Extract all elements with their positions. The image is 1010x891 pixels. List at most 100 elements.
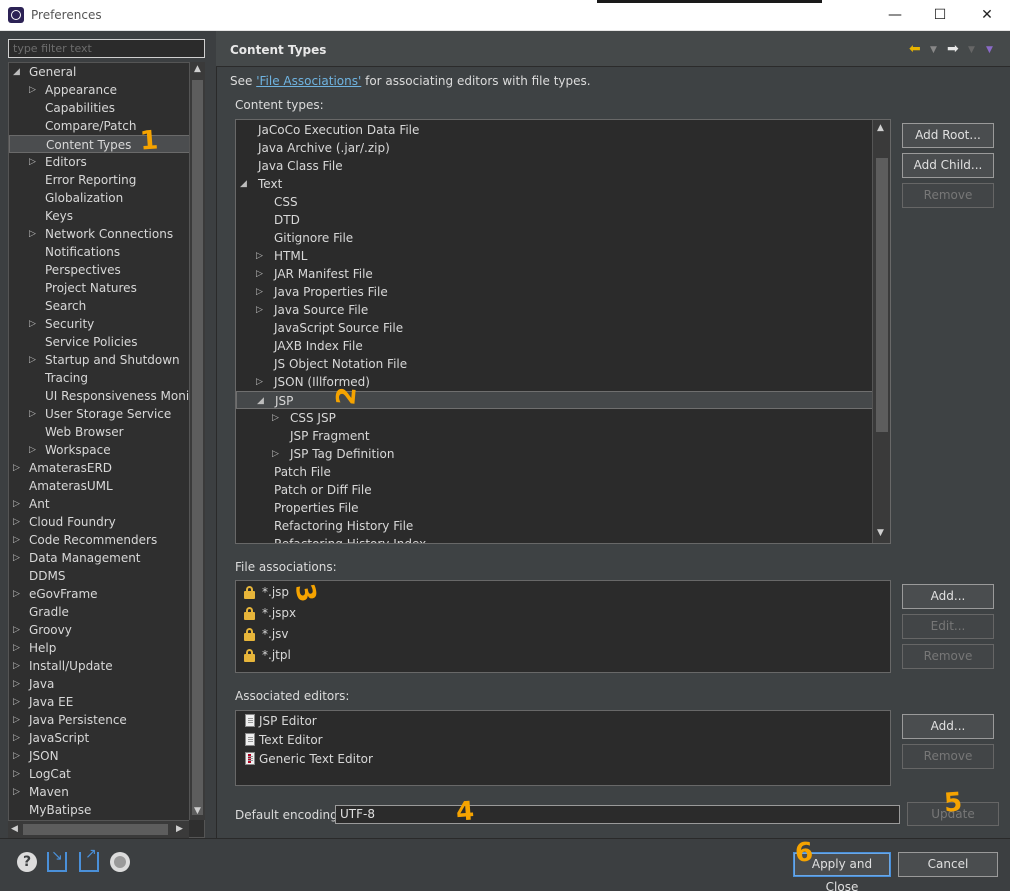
add-file-association-button[interactable]: Add... — [902, 584, 994, 609]
collapsed-arrow-icon[interactable]: ▷ — [13, 729, 23, 747]
tree-item[interactable]: ▷ eGovFrame — [9, 585, 190, 603]
collapsed-arrow-icon[interactable]: ▷ — [13, 585, 23, 603]
content-types-scrollbar[interactable]: ▲ ▼ — [872, 120, 890, 543]
collapsed-arrow-icon[interactable]: ▷ — [29, 315, 39, 333]
import-icon[interactable] — [47, 848, 67, 872]
remove-editor-button[interactable]: Remove — [902, 744, 994, 769]
content-type-item[interactable]: ◢ Text — [236, 175, 873, 193]
content-type-item[interactable]: Patch File — [236, 463, 873, 481]
tree-item[interactable]: Project Natures — [9, 279, 190, 297]
collapsed-arrow-icon[interactable]: ▷ — [13, 747, 23, 765]
ct-scroll-up-icon[interactable]: ▲ — [877, 123, 884, 133]
tree-item[interactable]: ▷ Ant — [9, 495, 190, 513]
tree-item[interactable]: ▷ Security — [9, 315, 190, 333]
ct-scroll-thumb[interactable] — [876, 158, 888, 432]
collapsed-arrow-icon[interactable]: ▷ — [13, 459, 23, 477]
tree-item[interactable]: ▷ LogCat — [9, 765, 190, 783]
tree-vertical-scrollbar[interactable]: ▲ ▼ — [189, 62, 205, 820]
content-type-item[interactable]: ▷ Java Source File — [236, 301, 873, 319]
tree-item[interactable]: Content Types — [9, 135, 190, 153]
tree-item[interactable]: ▷ JSON — [9, 747, 190, 765]
add-editor-button[interactable]: Add... — [902, 714, 994, 739]
collapsed-arrow-icon[interactable]: ▷ — [272, 445, 282, 463]
file-association-item[interactable]: *.jtpl — [240, 646, 880, 664]
content-type-item[interactable]: JavaScript Source File — [236, 319, 873, 337]
tree-item[interactable]: ▷ Maven — [9, 783, 190, 801]
apply-and-close-button[interactable]: Apply and Close — [793, 852, 891, 891]
tree-item[interactable]: Error Reporting — [9, 171, 190, 189]
tree-item[interactable]: Globalization — [9, 189, 190, 207]
content-type-item[interactable]: JSP Fragment — [236, 427, 873, 445]
tree-item[interactable]: ▷ Java Persistence — [9, 711, 190, 729]
scroll-left-arrow-icon[interactable]: ◀ — [11, 824, 18, 834]
collapsed-arrow-icon[interactable]: ▷ — [29, 441, 39, 459]
filter-input[interactable]: type filter text — [8, 39, 205, 58]
collapsed-arrow-icon[interactable]: ▷ — [13, 513, 23, 531]
tree-item[interactable]: ▷ Cloud Foundry — [9, 513, 190, 531]
collapsed-arrow-icon[interactable]: ▷ — [13, 549, 23, 567]
scroll-right-arrow-icon[interactable]: ▶ — [176, 824, 183, 834]
content-type-item[interactable]: ▷ CSS JSP — [236, 409, 873, 427]
tree-item[interactable]: ▷ Workspace — [9, 441, 190, 459]
collapsed-arrow-icon[interactable]: ▷ — [29, 153, 39, 171]
tree-item[interactable]: ▷ Network Connections — [9, 225, 190, 243]
forward-dropdown-icon[interactable]: ▼ — [968, 45, 975, 55]
tree-vscroll-thumb[interactable] — [192, 80, 203, 815]
collapsed-arrow-icon[interactable]: ▷ — [256, 265, 266, 283]
content-type-item[interactable]: Patch or Diff File — [236, 481, 873, 499]
tree-item[interactable]: ▷ Editors — [9, 153, 190, 171]
tree-item[interactable]: ▷ Code Recommenders — [9, 531, 190, 549]
add-root-button[interactable]: Add Root... — [902, 123, 994, 148]
collapsed-arrow-icon[interactable]: ▷ — [256, 283, 266, 301]
tree-item[interactable]: Capabilities — [9, 99, 190, 117]
tree-item[interactable]: Tracing — [9, 369, 190, 387]
associated-editors-list[interactable]: JSP Editor Text Editor Generic Text Editor — [235, 710, 891, 786]
tree-item[interactable]: ▷ AmaterasERD — [9, 459, 190, 477]
tree-item[interactable]: Keys — [9, 207, 190, 225]
export-icon[interactable] — [79, 846, 99, 872]
tree-item[interactable]: AmaterasUML — [9, 477, 190, 495]
update-button[interactable]: Update — [907, 802, 999, 826]
content-type-item[interactable]: CSS — [236, 193, 873, 211]
remove-content-type-button[interactable]: Remove — [902, 183, 994, 208]
help-icon[interactable]: ? — [17, 852, 37, 872]
content-type-item[interactable]: ◢ JSP — [236, 391, 873, 409]
collapsed-arrow-icon[interactable]: ▷ — [29, 351, 39, 369]
collapsed-arrow-icon[interactable]: ▷ — [29, 405, 39, 423]
back-dropdown-icon[interactable]: ▼ — [930, 45, 937, 55]
tree-item[interactable]: ▷ Appearance — [9, 81, 190, 99]
tree-item[interactable]: Notifications — [9, 243, 190, 261]
minimize-button[interactable]: — — [872, 0, 918, 31]
content-type-item[interactable]: JS Object Notation File — [236, 355, 873, 373]
collapsed-arrow-icon[interactable]: ▷ — [29, 81, 39, 99]
tree-item[interactable]: Search — [9, 297, 190, 315]
content-type-item[interactable]: ▷ JSON (Illformed) — [236, 373, 873, 391]
content-type-item[interactable]: DTD — [236, 211, 873, 229]
record-icon[interactable] — [110, 852, 130, 872]
tree-item[interactable]: ▷ Java EE — [9, 693, 190, 711]
tree-hscroll-thumb[interactable] — [23, 824, 168, 835]
content-type-item[interactable]: Refactoring History File — [236, 517, 873, 535]
collapsed-arrow-icon[interactable]: ▷ — [256, 301, 266, 319]
scroll-up-arrow-icon[interactable]: ▲ — [194, 64, 201, 74]
expanded-arrow-icon[interactable]: ◢ — [240, 175, 250, 193]
content-type-item[interactable]: JAXB Index File — [236, 337, 873, 355]
expanded-arrow-icon[interactable]: ◢ — [257, 392, 267, 410]
content-type-item[interactable]: ▷ Java Properties File — [236, 283, 873, 301]
tree-item[interactable]: ▷ Groovy — [9, 621, 190, 639]
tree-item[interactable]: UI Responsiveness Monitor — [9, 387, 204, 405]
edit-file-association-button[interactable]: Edit... — [902, 614, 994, 639]
collapsed-arrow-icon[interactable]: ▷ — [13, 531, 23, 549]
content-type-item[interactable]: JaCoCo Execution Data File — [236, 121, 873, 139]
tree-item[interactable]: Perspectives — [9, 261, 190, 279]
tree-item[interactable]: DDMS — [9, 567, 190, 585]
tree-item[interactable]: MyBatipse — [9, 801, 190, 819]
collapsed-arrow-icon[interactable]: ▷ — [13, 783, 23, 801]
content-type-item[interactable]: ▷ JAR Manifest File — [236, 265, 873, 283]
tree-item[interactable]: ◢ General — [9, 63, 190, 81]
default-encoding-input[interactable]: UTF-8 — [335, 805, 900, 824]
expanded-arrow-icon[interactable]: ◢ — [13, 63, 23, 81]
remove-file-association-button[interactable]: Remove — [902, 644, 994, 669]
associated-editor-item[interactable]: JSP Editor — [240, 712, 880, 730]
cancel-button[interactable]: Cancel — [898, 852, 998, 877]
